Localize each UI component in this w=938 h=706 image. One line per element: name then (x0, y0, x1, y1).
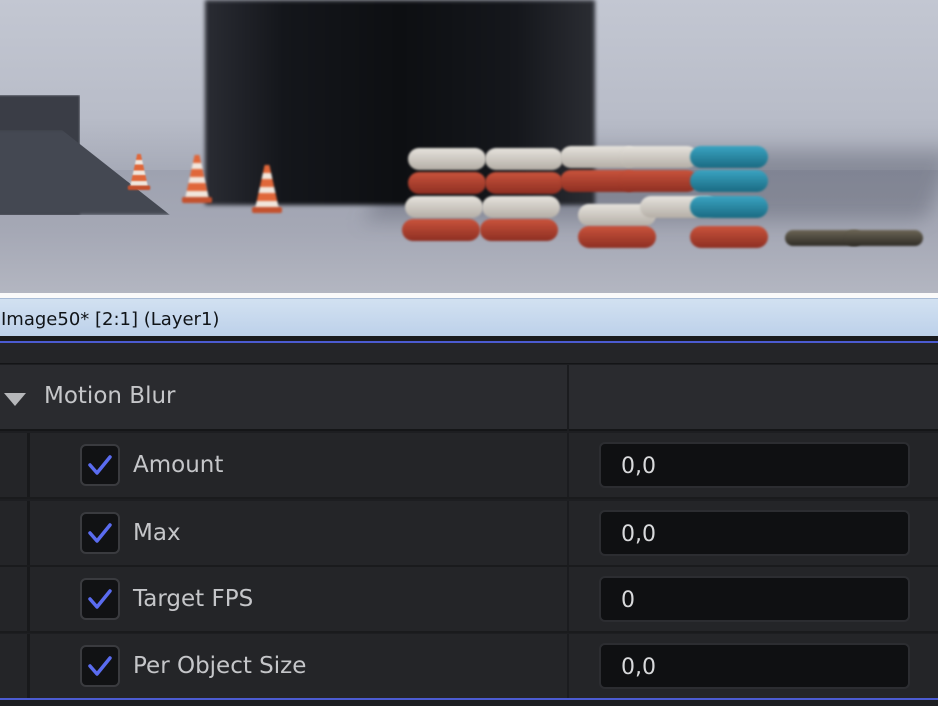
tire (408, 148, 486, 170)
indent-guide (27, 567, 30, 631)
tire (405, 196, 483, 218)
check-icon (88, 455, 112, 475)
panel-divider (0, 336, 938, 343)
tire (578, 226, 656, 248)
max-input[interactable]: 0,0 (599, 510, 910, 556)
property-label: Per Object Size (133, 653, 307, 679)
check-icon (88, 656, 112, 676)
tire (690, 226, 768, 248)
max-value: 0,0 (621, 522, 656, 547)
indent-guide (27, 501, 30, 565)
section-label: Motion Blur (44, 383, 176, 409)
window-title-bar[interactable]: Image50* [2:1] (Layer1) (0, 298, 938, 336)
amount-value: 0,0 (621, 454, 656, 479)
section-motion-blur[interactable]: Motion Blur (0, 365, 938, 431)
caret-down-icon[interactable] (4, 393, 26, 406)
panel-bottom-border (0, 698, 938, 700)
indent-guide (27, 634, 30, 698)
max-checkbox[interactable] (80, 512, 120, 554)
check-icon (88, 589, 112, 609)
details-panel: Motion Blur Amount 0,0 Max 0,0 Target FP… (0, 343, 938, 706)
per-object-size-value: 0,0 (621, 655, 656, 680)
tire (485, 172, 563, 194)
property-label: Max (133, 520, 181, 546)
property-label: Amount (133, 452, 224, 478)
tire (690, 170, 768, 192)
column-divider (567, 433, 569, 497)
traffic-cone (127, 154, 151, 190)
tire (408, 172, 486, 194)
property-row-max: Max 0,0 (0, 501, 938, 567)
tire (620, 170, 698, 192)
tire (690, 196, 768, 218)
target-fps-checkbox[interactable] (80, 578, 120, 620)
viewport-render[interactable] (0, 0, 938, 293)
tire (845, 230, 923, 246)
target-fps-value: 0 (621, 588, 635, 613)
window-title: Image50* [2:1] (Layer1) (1, 309, 220, 330)
column-divider (567, 567, 569, 631)
traffic-cone (182, 155, 212, 203)
per-object-size-input[interactable]: 0,0 (599, 643, 910, 689)
tire (485, 148, 563, 170)
target-fps-input[interactable]: 0 (599, 576, 910, 622)
property-row-target-fps: Target FPS 0 (0, 567, 938, 633)
tire (482, 196, 560, 218)
check-icon (88, 523, 112, 543)
property-label: Target FPS (133, 586, 254, 612)
tire (480, 219, 558, 241)
indent-guide (27, 433, 30, 497)
tire (690, 146, 768, 168)
traffic-cone (252, 165, 282, 213)
column-divider (567, 634, 569, 698)
tire (402, 219, 480, 241)
column-divider (567, 365, 569, 431)
tire (620, 146, 698, 168)
property-row-per-object-size: Per Object Size 0,0 (0, 634, 938, 700)
amount-input[interactable]: 0,0 (599, 442, 910, 488)
column-divider (567, 501, 569, 565)
amount-checkbox[interactable] (80, 444, 120, 486)
per-object-size-checkbox[interactable] (80, 645, 120, 687)
collapsed-section-strip (0, 343, 938, 364)
property-row-amount: Amount 0,0 (0, 433, 938, 499)
